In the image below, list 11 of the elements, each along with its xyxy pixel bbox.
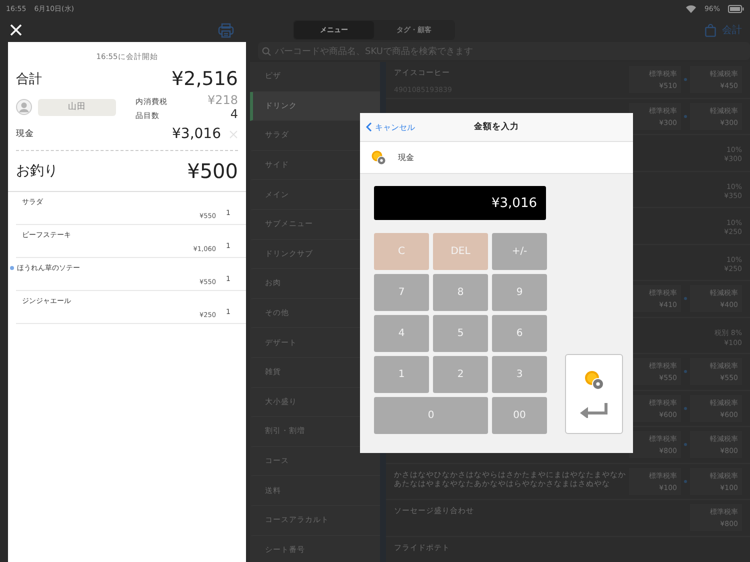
- total-label: 合計: [16, 71, 42, 88]
- payment-method: 現金: [16, 128, 34, 140]
- amount-display: ¥3,016: [374, 186, 546, 220]
- dialog-title: 金額を入力: [474, 122, 519, 132]
- total-amount: ¥2,516: [172, 68, 238, 90]
- tax-amount: ¥218: [207, 93, 238, 107]
- change-amount: ¥500: [187, 159, 238, 183]
- change-label: お釣り: [16, 162, 58, 180]
- payment-amount: ¥3,016: [172, 126, 221, 142]
- item-count: 4: [229, 107, 238, 121]
- payment-method: 現金: [398, 152, 414, 163]
